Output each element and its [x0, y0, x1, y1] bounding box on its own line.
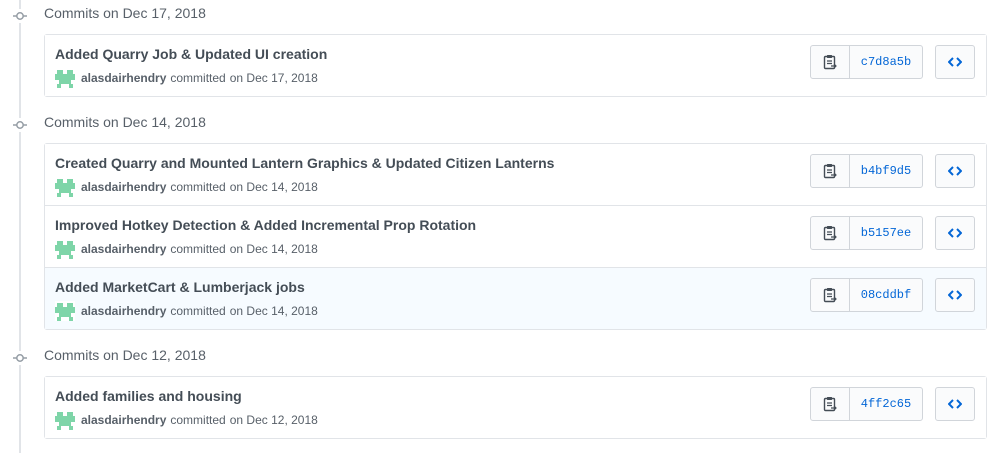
- code-icon: [948, 227, 962, 239]
- commit-title-link[interactable]: Added MarketCart & Lumberjack jobs: [55, 279, 305, 295]
- commit-group-title: Commits on Dec 17, 2018: [44, 5, 206, 21]
- copy-sha-button[interactable]: [811, 155, 850, 187]
- commit-row: Added families and housing alasdairhendr…: [45, 377, 986, 438]
- commit-list: Added Quarry Job & Updated UI creation a…: [44, 34, 987, 97]
- commit-group-title: Commits on Dec 12, 2018: [44, 347, 206, 363]
- browse-repo-button[interactable]: [935, 278, 975, 312]
- commit-row: Added Quarry Job & Updated UI creation a…: [45, 35, 986, 96]
- commit-sha-button-group: c7d8a5b: [810, 45, 923, 79]
- commit-row: Created Quarry and Mounted Lantern Graph…: [45, 144, 986, 205]
- clippy-icon: [823, 396, 837, 412]
- commit-date: on Dec 17, 2018: [229, 71, 318, 85]
- copy-sha-button[interactable]: [811, 46, 850, 78]
- commit-list: Created Quarry and Mounted Lantern Graph…: [44, 143, 987, 330]
- commit-title-link[interactable]: Added Quarry Job & Updated UI creation: [55, 46, 327, 62]
- clippy-icon: [823, 225, 837, 241]
- timeline-line: [19, 0, 21, 453]
- commit-group: Commits on Dec 12, 2018 Added families a…: [0, 342, 1001, 439]
- commit-sha-button-group: b4bf9d5: [810, 154, 923, 188]
- clippy-icon: [823, 54, 837, 70]
- commit-sha-link[interactable]: b4bf9d5: [850, 155, 922, 187]
- copy-sha-button[interactable]: [811, 217, 850, 249]
- commit-sha-link[interactable]: b5157ee: [850, 217, 922, 249]
- browse-repo-button[interactable]: [935, 216, 975, 250]
- browse-repo-button[interactable]: [935, 387, 975, 421]
- commit-date: on Dec 14, 2018: [229, 180, 318, 194]
- commit-date: on Dec 14, 2018: [229, 242, 318, 256]
- commit-sha-button-group: 08cddbf: [810, 278, 923, 312]
- commit-author-link[interactable]: alasdairhendry: [81, 180, 166, 194]
- commit-title-link[interactable]: Created Quarry and Mounted Lantern Graph…: [55, 155, 554, 171]
- browse-repo-button[interactable]: [935, 154, 975, 188]
- commit-group-title: Commits on Dec 14, 2018: [44, 114, 206, 130]
- commit-meta: alasdairhendry committed on Dec 14, 2018: [55, 239, 318, 259]
- commit-sha-link[interactable]: 4ff2c65: [850, 388, 922, 420]
- commit-group-header: Commits on Dec 12, 2018: [0, 342, 1001, 374]
- avatar[interactable]: [55, 239, 75, 259]
- commit-group: Commits on Dec 17, 2018 Added Quarry Job…: [0, 0, 1001, 97]
- commit-group: Commits on Dec 14, 2018 Created Quarry a…: [0, 109, 1001, 330]
- commit-sha-link[interactable]: 08cddbf: [850, 279, 922, 311]
- code-icon: [948, 165, 962, 177]
- avatar[interactable]: [55, 410, 75, 430]
- commit-author-link[interactable]: alasdairhendry: [81, 71, 166, 85]
- commit-author-link[interactable]: alasdairhendry: [81, 242, 166, 256]
- copy-sha-button[interactable]: [811, 279, 850, 311]
- committed-label: committed: [170, 180, 226, 194]
- commit-date: on Dec 14, 2018: [229, 304, 318, 318]
- avatar[interactable]: [55, 301, 75, 321]
- git-commit-icon: [13, 118, 27, 132]
- commit-title-link[interactable]: Added families and housing: [55, 388, 242, 404]
- commit-list: Added families and housing alasdairhendr…: [44, 376, 987, 439]
- code-icon: [948, 398, 962, 410]
- avatar[interactable]: [55, 177, 75, 197]
- commit-sha-button-group: 4ff2c65: [810, 387, 923, 421]
- commit-sha-link[interactable]: c7d8a5b: [850, 46, 922, 78]
- git-commit-icon: [13, 9, 27, 23]
- code-icon: [948, 289, 962, 301]
- clippy-icon: [823, 163, 837, 179]
- commit-meta: alasdairhendry committed on Dec 12, 2018: [55, 410, 318, 430]
- commit-row: Added MarketCart & Lumberjack jobs alasd…: [45, 267, 986, 329]
- commit-row: Improved Hotkey Detection & Added Increm…: [45, 205, 986, 267]
- avatar[interactable]: [55, 68, 75, 88]
- code-icon: [948, 56, 962, 68]
- commit-title-link[interactable]: Improved Hotkey Detection & Added Increm…: [55, 217, 476, 233]
- git-commit-icon: [13, 351, 27, 365]
- copy-sha-button[interactable]: [811, 388, 850, 420]
- commit-sha-button-group: b5157ee: [810, 216, 923, 250]
- committed-label: committed: [170, 304, 226, 318]
- committed-label: committed: [170, 71, 226, 85]
- clippy-icon: [823, 287, 837, 303]
- commit-group-header: Commits on Dec 14, 2018: [0, 109, 1001, 141]
- commit-meta: alasdairhendry committed on Dec 17, 2018: [55, 68, 318, 88]
- commit-meta: alasdairhendry committed on Dec 14, 2018: [55, 301, 318, 321]
- committed-label: committed: [170, 242, 226, 256]
- commit-author-link[interactable]: alasdairhendry: [81, 413, 166, 427]
- committed-label: committed: [170, 413, 226, 427]
- browse-repo-button[interactable]: [935, 45, 975, 79]
- commit-date: on Dec 12, 2018: [229, 413, 318, 427]
- commit-group-header: Commits on Dec 17, 2018: [0, 0, 1001, 32]
- commit-author-link[interactable]: alasdairhendry: [81, 304, 166, 318]
- commit-meta: alasdairhendry committed on Dec 14, 2018: [55, 177, 318, 197]
